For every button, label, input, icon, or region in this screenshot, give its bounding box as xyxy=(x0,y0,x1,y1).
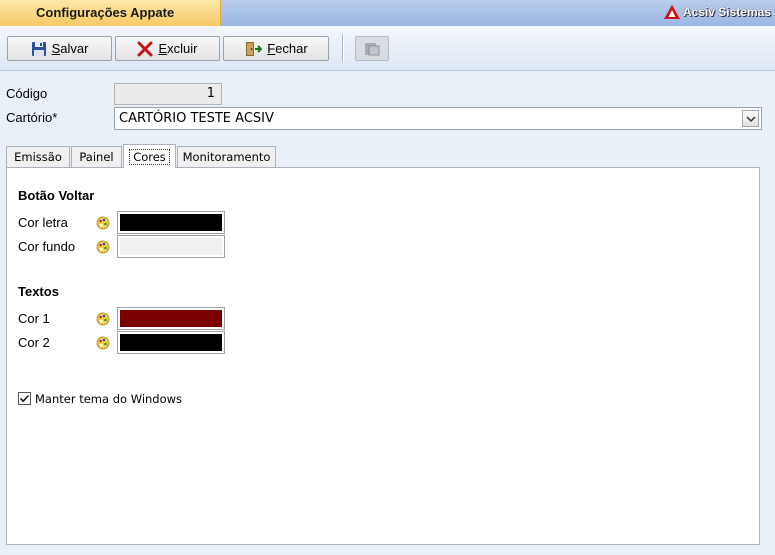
delete-button-label: Excluir xyxy=(158,41,198,56)
color-palette-icon[interactable] xyxy=(96,312,110,326)
brand-name: Acsiv Sistemas xyxy=(682,5,771,19)
cor-fundo-fill xyxy=(120,238,222,255)
acsiv-logo-icon xyxy=(663,5,680,19)
tab-painel[interactable]: Painel xyxy=(71,146,122,167)
tab-cores[interactable]: Cores xyxy=(123,144,176,168)
tab-monitoramento[interactable]: Monitoramento xyxy=(177,146,276,167)
cor-letra-label: Cor letra xyxy=(18,215,68,230)
cor-1-label: Cor 1 xyxy=(18,311,50,326)
close-button[interactable]: Fechar xyxy=(223,36,329,61)
codigo-input[interactable]: 1 xyxy=(114,83,222,105)
cor-2-label: Cor 2 xyxy=(18,335,50,350)
tab-emissao[interactable]: Emissão xyxy=(6,146,70,167)
tab-monitoramento-label: Monitoramento xyxy=(182,150,271,164)
delete-button[interactable]: Excluir xyxy=(115,36,220,61)
cor-letra-fill xyxy=(120,214,222,231)
cor-2-fill xyxy=(120,334,222,351)
disabled-toolbar-button[interactable] xyxy=(355,36,389,61)
cartorio-select[interactable]: CARTÓRIO TESTE ACSIV xyxy=(114,107,762,130)
cartorio-label: Cartório* xyxy=(6,110,58,125)
toolbar-separator xyxy=(342,34,344,62)
chevron-down-icon xyxy=(745,115,756,122)
cartorio-selected-value: CARTÓRIO TESTE ACSIV xyxy=(119,111,274,126)
color-palette-icon[interactable] xyxy=(96,240,110,254)
save-button-label: Salvar xyxy=(51,41,89,56)
manter-tema-checkbox[interactable] xyxy=(18,392,31,405)
tab-emissao-label: Emissão xyxy=(14,150,62,164)
cor-2-swatch[interactable] xyxy=(117,331,225,354)
brand-logo: Acsiv Sistemas xyxy=(663,5,771,19)
cor-1-fill xyxy=(120,310,222,327)
delete-x-icon xyxy=(137,41,153,56)
tab-painel-label: Painel xyxy=(79,150,114,164)
manter-tema-label[interactable]: Manter tema do Windows xyxy=(35,392,182,406)
save-button[interactable]: Salvar xyxy=(7,36,112,61)
exit-door-icon xyxy=(246,41,263,56)
tab-cores-label: Cores xyxy=(129,148,170,165)
checkmark-icon xyxy=(19,394,30,403)
disabled-document-icon xyxy=(365,42,380,55)
botao-voltar-heading: Botão Voltar xyxy=(18,188,95,203)
window-title: Configurações Appate xyxy=(36,5,175,20)
cartorio-dropdown-button[interactable] xyxy=(742,110,759,127)
color-palette-icon[interactable] xyxy=(96,216,110,230)
cor-1-swatch[interactable] xyxy=(117,307,225,330)
cores-panel: Botão Voltar Cor letra Cor fundo Textos … xyxy=(6,167,760,545)
textos-heading: Textos xyxy=(18,284,59,299)
cor-fundo-label: Cor fundo xyxy=(18,239,76,254)
save-icon xyxy=(31,41,46,56)
color-palette-icon[interactable] xyxy=(96,336,110,350)
cor-fundo-swatch[interactable] xyxy=(117,235,225,258)
cor-letra-swatch[interactable] xyxy=(117,211,225,234)
close-button-label: Fechar xyxy=(267,41,308,56)
codigo-label: Código xyxy=(6,86,48,101)
